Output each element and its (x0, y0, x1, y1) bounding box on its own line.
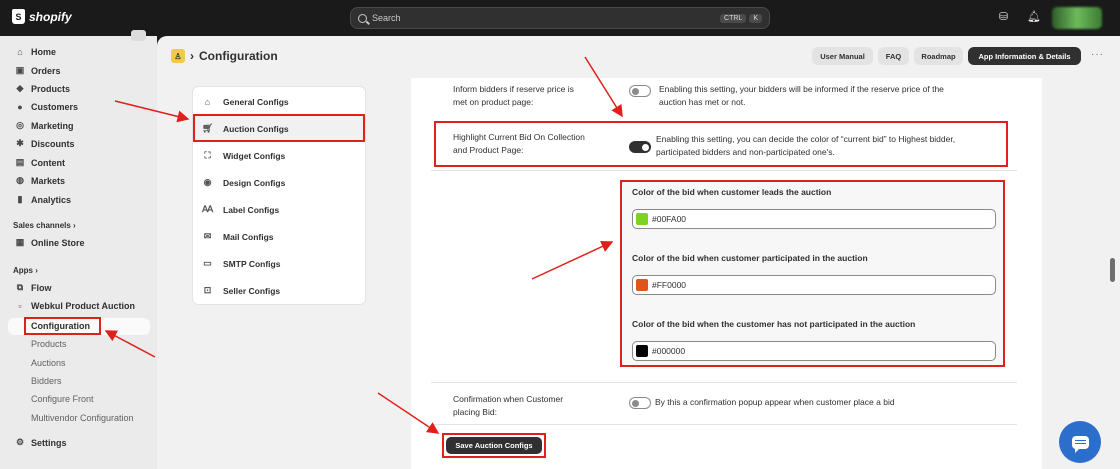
page-scrollbar[interactable] (1110, 258, 1115, 282)
chat-button[interactable] (1059, 421, 1101, 463)
arrow-to-highlight-setting (584, 56, 623, 118)
arrow-to-save-button (377, 392, 440, 434)
arrow-to-auction-configs (114, 100, 190, 123)
annotation-arrows (104, 56, 623, 434)
arrow-to-configuration (104, 330, 156, 358)
chat-bubble-icon (1071, 435, 1089, 453)
arrow-to-color-panel (531, 240, 614, 280)
